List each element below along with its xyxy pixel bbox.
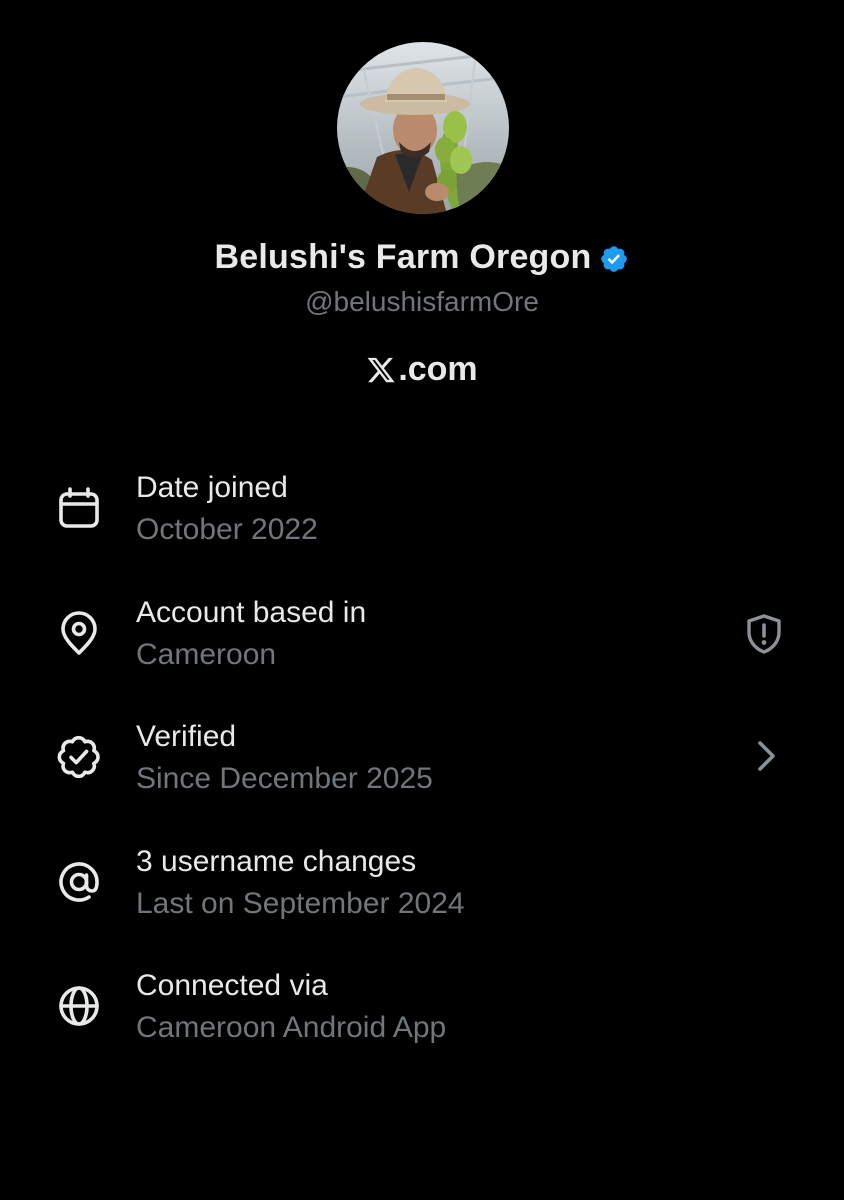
profile-handle: @belushisfarmOre [305,286,539,317]
verified-badge-outline-icon [55,733,103,781]
display-name: Belushi's Farm Oregon [214,238,592,276]
row-title: Connected via [136,969,328,1002]
profile-name-row: Belushi's Farm Oregon [0,238,844,277]
account-info-list: Date joined October 2022 Account based i… [0,468,844,1091]
about-account-page: Belushi's Farm Oregon @belushisfarmOre .… [0,0,844,1200]
info-row-username-changes: 3 username changes Last on September 202… [0,842,844,967]
row-title: 3 username changes [136,844,417,878]
row-subtitle: Since December 2025 [136,762,433,795]
avatar-photo [337,42,509,214]
row-subtitle: Cameroon Android App [136,1011,447,1044]
row-subtitle: Cameroon [136,637,277,671]
row-subtitle: October 2022 [136,513,318,546]
info-row-verified[interactable]: Verified Since December 2025 [0,717,844,842]
info-row-date-joined: Date joined October 2022 [0,468,844,593]
globe-icon [55,982,103,1030]
location-pin-icon [55,609,103,657]
calendar-icon [55,484,103,532]
x-com-brand: .com [0,350,844,389]
verified-badge-icon[interactable] [599,244,629,274]
row-title: Date joined [136,471,288,504]
chevron-right-icon[interactable] [748,738,784,774]
x-logo-icon [366,355,396,385]
at-sign-icon [55,858,103,906]
shield-warning-icon[interactable] [742,612,786,656]
row-title: Account based in [136,595,367,629]
row-title: Verified [136,720,237,753]
info-row-connected-via: Connected via Cameroon Android App [0,966,844,1091]
avatar[interactable] [337,42,509,214]
brand-text: .com [398,350,478,388]
info-row-account-based-in: Account based in Cameroon [0,593,844,718]
row-subtitle: Last on September 2024 [136,886,465,920]
